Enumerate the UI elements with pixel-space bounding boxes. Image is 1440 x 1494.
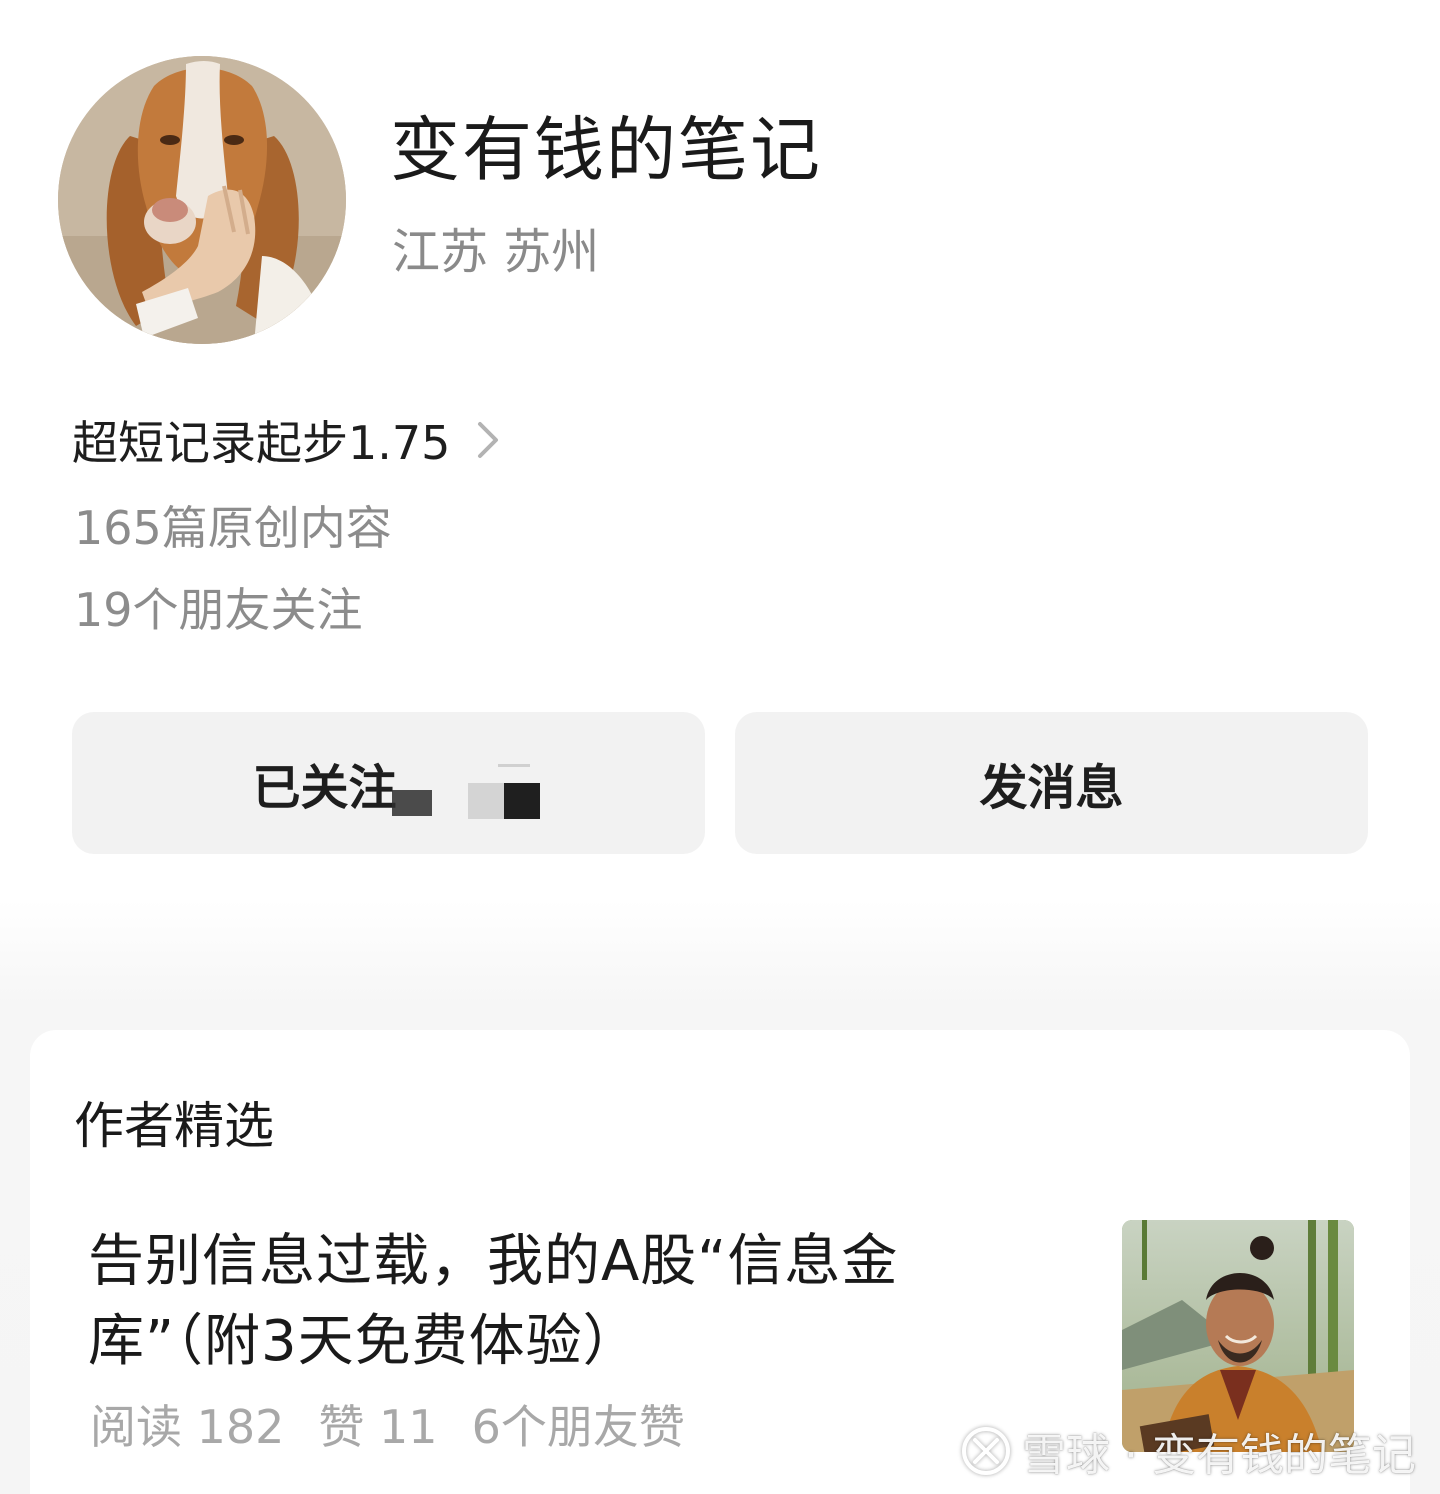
- location-text: 江苏 苏州: [392, 224, 600, 280]
- article-reads: 阅读 182: [90, 1400, 285, 1454]
- following-button-label: 已关注: [252, 760, 397, 816]
- profile-page: 变有钱的笔记 江苏 苏州 超短记录起步1.75 165篇原创内容 19个朋友关注…: [0, 0, 1440, 1494]
- following-button[interactable]: 已关注: [72, 712, 705, 854]
- article-likes: 赞 11: [318, 1400, 438, 1454]
- redaction-mark: [504, 783, 540, 819]
- original-articles-count: 165篇原创内容: [74, 501, 392, 555]
- avatar[interactable]: [58, 56, 346, 344]
- avatar-dog-image: [58, 56, 346, 344]
- watermark-text: 雪球 · 变有钱的笔记: [1022, 1430, 1416, 1481]
- intro-text: 超短记录起步1.75: [72, 416, 451, 470]
- article-thumbnail-image: [1122, 1220, 1354, 1452]
- send-message-button-label: 发消息: [979, 760, 1124, 816]
- redaction-mark: [468, 783, 506, 819]
- snowball-logo-icon: [962, 1427, 1010, 1475]
- watermark: 雪球 · 变有钱的笔记: [960, 1420, 1416, 1482]
- send-message-button[interactable]: 发消息: [735, 712, 1368, 854]
- intro-row[interactable]: 超短记录起步1.75: [72, 408, 504, 472]
- account-name: 变有钱的笔记: [390, 109, 822, 191]
- friends-following-count: 19个朋友关注: [74, 583, 363, 637]
- redaction-mark: [392, 790, 432, 816]
- article-meta: 阅读 182 赞 11 6个朋友赞: [90, 1392, 719, 1456]
- article-friend-likes: 6个朋友赞: [471, 1400, 685, 1454]
- featured-section-title: 作者精选: [74, 1097, 274, 1155]
- article-thumbnail[interactable]: [1122, 1220, 1354, 1452]
- article-title[interactable]: 告别信息过载，我的A股“信息金库”（附3天免费体验）: [88, 1222, 1048, 1382]
- redaction-mark: [498, 764, 530, 767]
- chevron-right-icon: [478, 422, 499, 458]
